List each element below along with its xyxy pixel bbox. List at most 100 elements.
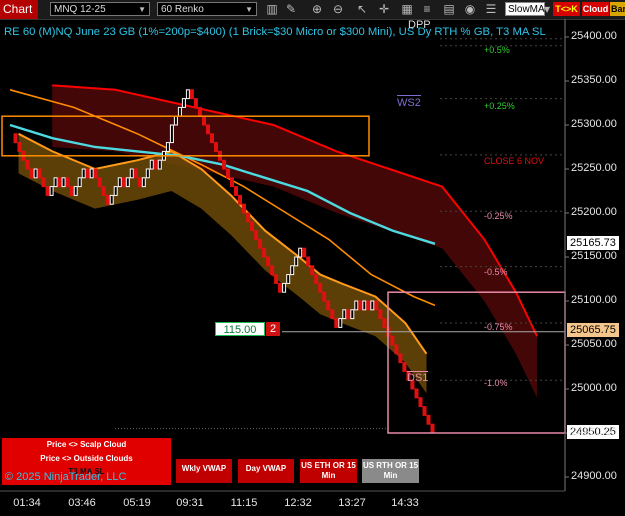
order-price-box[interactable]: 115.00 <box>215 322 265 336</box>
time-tick-label: 14:33 <box>391 497 419 509</box>
renko-brick <box>109 194 114 205</box>
pencil-icon[interactable]: ✎ <box>284 2 298 16</box>
renko-brick <box>85 168 90 179</box>
time-tick-label: 11:15 <box>230 497 258 509</box>
red-cloud <box>52 85 537 398</box>
pointer-icon[interactable]: ↖ <box>355 2 369 16</box>
renko-brick <box>242 203 246 214</box>
renko-brick <box>214 142 218 152</box>
renko-brick <box>322 291 327 302</box>
renko-brick <box>246 212 251 223</box>
bar-type-selector[interactable]: 60 Renko ▼ <box>157 2 257 16</box>
bar-button[interactable]: Bar <box>610 2 625 16</box>
renko-brick <box>378 309 383 320</box>
price-scalp-cloud-button[interactable]: Price <> Scalp Cloud <box>2 438 171 452</box>
renko-brick <box>193 98 198 108</box>
level-plus025-label: +0.25% <box>484 101 515 111</box>
renko-brick <box>362 300 367 311</box>
renko-brick <box>210 133 214 144</box>
renko-brick <box>17 142 22 152</box>
renko-brick <box>290 265 295 276</box>
renko-brick <box>149 159 154 170</box>
cloud-button[interactable]: Cloud <box>582 2 609 16</box>
renko-brick <box>326 300 331 311</box>
renko-brick <box>374 300 379 311</box>
renko-brick <box>45 186 50 196</box>
order-qty-box[interactable]: 2 <box>266 322 280 336</box>
time-tick-label: 03:46 <box>68 497 96 509</box>
renko-brick <box>181 98 186 108</box>
us-rth-line2: Min <box>383 471 398 480</box>
renko-brick <box>29 168 34 179</box>
grid-icon[interactable]: ▦ <box>400 2 414 16</box>
day-vwap-button[interactable]: Day VWAP <box>238 459 294 483</box>
mid-price-tag: 25065.75 <box>567 323 619 337</box>
renko-brick <box>258 238 263 249</box>
renko-brick <box>69 186 74 196</box>
renko-brick <box>165 142 170 152</box>
renko-brick <box>169 124 174 144</box>
renko-brick <box>37 168 42 179</box>
renko-brick <box>422 406 427 416</box>
renko-brick <box>398 353 403 364</box>
renko-brick <box>49 186 54 196</box>
menu-icon[interactable]: ☰ <box>484 2 498 16</box>
renko-brick <box>338 318 343 328</box>
calendar-icon[interactable]: ▤ <box>442 2 456 16</box>
price-tick-label: 25150.00 <box>571 250 617 262</box>
renko-brick <box>250 221 255 232</box>
renko-brick <box>65 177 70 188</box>
renko-brick <box>222 159 226 170</box>
renko-brick <box>274 274 279 284</box>
zoom-in-icon[interactable]: ⊕ <box>310 2 324 16</box>
zoom-out-icon[interactable]: ⊖ <box>331 2 345 16</box>
renko-brick <box>185 89 190 100</box>
renko-brick <box>270 265 275 276</box>
close-label: CLOSE 6 NOV <box>484 156 545 166</box>
level-minus05-label: -0.5% <box>484 267 508 277</box>
renko-brick <box>366 300 371 311</box>
renko-brick <box>334 318 339 328</box>
renko-brick <box>390 335 395 346</box>
time-tick-label: 05:19 <box>123 497 151 509</box>
us-rth-or-button[interactable]: US RTH OR 15 Min <box>362 459 419 483</box>
renko-brick <box>206 124 210 135</box>
crosshair-icon[interactable]: ✛ <box>377 2 391 16</box>
ds1-label: DS1 <box>407 371 429 384</box>
chart-lines-icon[interactable]: ≡ <box>420 2 434 16</box>
renko-brick <box>197 106 202 117</box>
price-outside-clouds-button[interactable]: Price <> Outside Clouds <box>2 452 171 465</box>
us-eth-line2: Min <box>321 471 336 480</box>
renko-brick <box>382 318 387 328</box>
price-tick-label: 25200.00 <box>571 206 617 218</box>
slowma-toggle[interactable]: SlowMA <box>505 2 545 16</box>
tck-button[interactable]: T<>K <box>553 2 580 16</box>
wkly-vwap-button[interactable]: Wkly VWAP <box>176 459 232 483</box>
copyright-text: © 2025 NinjaTrader, LLC <box>5 471 127 483</box>
price-tick-label: 25050.00 <box>571 338 617 350</box>
us-eth-or-button[interactable]: US ETH OR 15 Min <box>300 459 357 483</box>
renko-brick <box>394 344 399 355</box>
price-tick-label: 25350.00 <box>571 74 617 86</box>
price-tick-label: 25000.00 <box>571 382 617 394</box>
renko-brick <box>266 256 271 267</box>
chart-tab[interactable]: Chart <box>0 0 38 19</box>
chevron-down-icon: ▼ <box>138 5 146 14</box>
chevron-down-icon: ▼ <box>245 5 253 14</box>
renko-brick <box>133 168 138 179</box>
renko-brick <box>286 274 291 284</box>
camera-icon[interactable]: ◉ <box>463 2 477 16</box>
renko-brick <box>13 133 18 144</box>
time-tick-label: 01:34 <box>13 497 41 509</box>
dpp-label: DPP <box>408 19 431 31</box>
instrument-selector[interactable]: MNQ 12-25 ▼ <box>50 2 150 16</box>
price-tick-label: 25100.00 <box>571 294 617 306</box>
renko-brick <box>370 300 375 311</box>
renko-brick <box>53 177 58 188</box>
renko-brick <box>73 186 78 196</box>
renko-brick <box>310 265 315 276</box>
renko-brick <box>238 194 242 205</box>
renko-brick <box>173 115 178 126</box>
bar-chart-icon[interactable]: ▥ <box>265 2 279 16</box>
dropdown-icon[interactable]: ▾ <box>542 2 552 16</box>
